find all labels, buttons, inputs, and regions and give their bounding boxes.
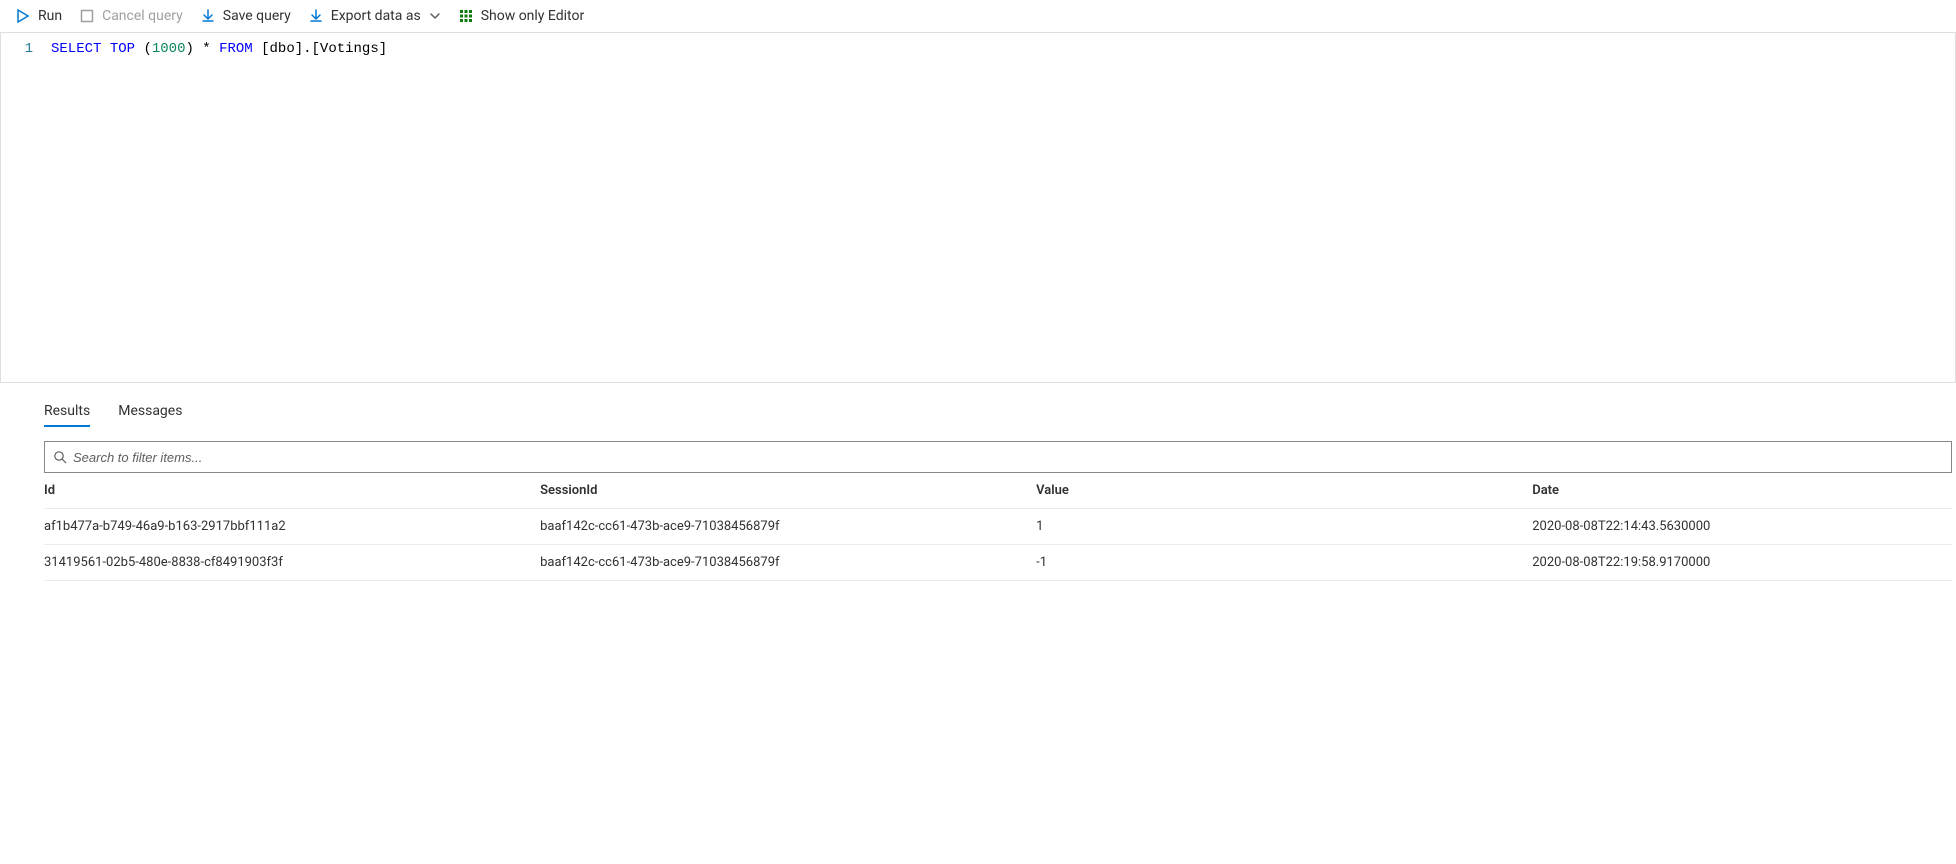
tab-results[interactable]: Results (44, 403, 90, 427)
line-number: 1 (1, 39, 51, 59)
editor-line: 1 SELECT TOP (1000) * FROM [dbo].[Voting… (1, 39, 1955, 59)
cell-date: 2020-08-08T22:14:43.5630000 (1532, 509, 1952, 545)
download-icon (201, 9, 215, 23)
col-header-id[interactable]: Id (44, 473, 540, 509)
results-panel: Id SessionId Value Date af1b477a-b749-46… (0, 427, 1956, 581)
col-header-date[interactable]: Date (1532, 473, 1952, 509)
grid-icon (459, 9, 473, 23)
filter-box[interactable] (44, 441, 1952, 473)
cell-value: 1 (1036, 509, 1532, 545)
cell-session: baaf142c-cc61-473b-ace9-71038456879f (540, 545, 1036, 581)
col-header-session[interactable]: SessionId (540, 473, 1036, 509)
show-only-editor-button[interactable]: Show only Editor (459, 8, 585, 24)
run-button[interactable]: Run (16, 8, 62, 24)
filter-input[interactable] (73, 450, 1943, 465)
export-data-button[interactable]: Export data as (309, 8, 441, 24)
cancel-query-button: Cancel query (80, 8, 183, 24)
tab-messages[interactable]: Messages (118, 403, 182, 427)
table-row[interactable]: 31419561-02b5-480e-8838-cf8491903f3f baa… (44, 545, 1952, 581)
save-label: Save query (223, 8, 291, 24)
run-label: Run (38, 8, 62, 24)
show-editor-label: Show only Editor (481, 8, 585, 24)
save-query-button[interactable]: Save query (201, 8, 291, 24)
chevron-down-icon (429, 10, 441, 22)
table-row[interactable]: af1b477a-b749-46a9-b163-2917bbf111a2 baa… (44, 509, 1952, 545)
cell-id: af1b477a-b749-46a9-b163-2917bbf111a2 (44, 509, 540, 545)
result-tabs: Results Messages (0, 383, 1956, 427)
cell-value: -1 (1036, 545, 1532, 581)
table-header-row: Id SessionId Value Date (44, 473, 1952, 509)
search-icon (53, 450, 67, 464)
play-icon (16, 9, 30, 23)
stop-icon (80, 9, 94, 23)
code-content[interactable]: SELECT TOP (1000) * FROM [dbo].[Votings] (51, 39, 387, 59)
download-icon (309, 9, 323, 23)
col-header-value[interactable]: Value (1036, 473, 1532, 509)
results-table: Id SessionId Value Date af1b477a-b749-46… (44, 473, 1952, 581)
cancel-label: Cancel query (102, 8, 183, 24)
cell-session: baaf142c-cc61-473b-ace9-71038456879f (540, 509, 1036, 545)
sql-editor[interactable]: 1 SELECT TOP (1000) * FROM [dbo].[Voting… (0, 33, 1956, 383)
cell-date: 2020-08-08T22:19:58.9170000 (1532, 545, 1952, 581)
cell-id: 31419561-02b5-480e-8838-cf8491903f3f (44, 545, 540, 581)
toolbar: Run Cancel query Save query Export data … (0, 0, 1956, 33)
export-label: Export data as (331, 8, 421, 24)
